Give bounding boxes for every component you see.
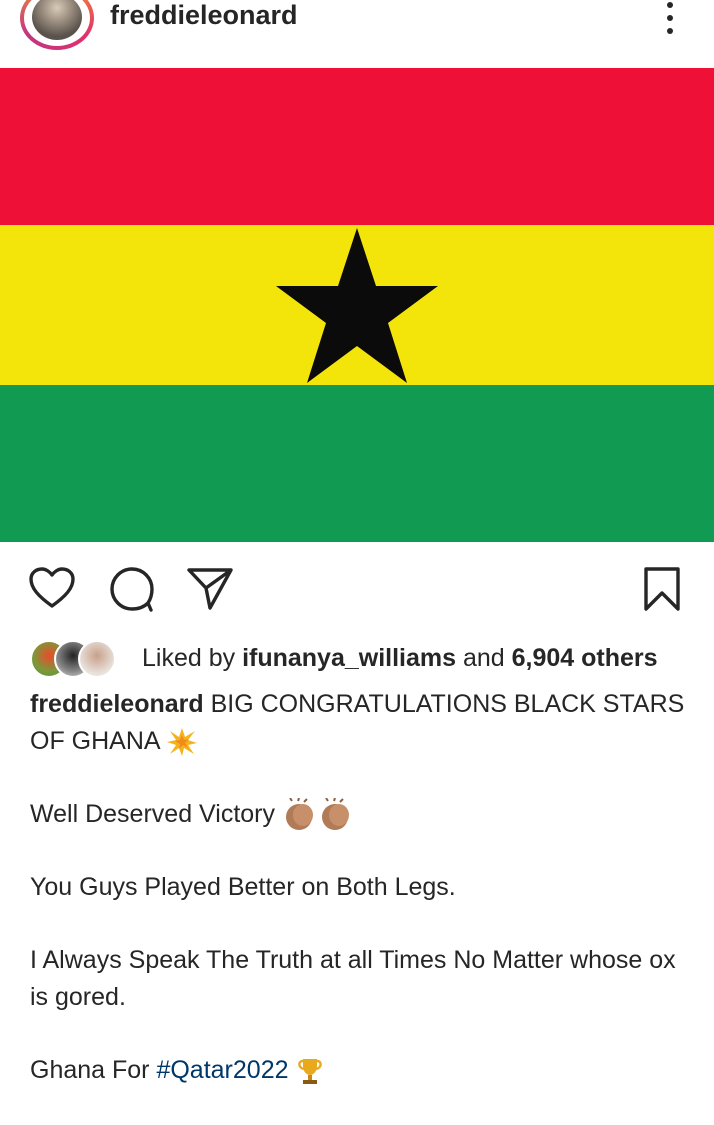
post-caption: freddieleonard BIG CONGRATULATIONS BLACK…: [30, 686, 690, 1125]
heart-icon[interactable]: [28, 566, 76, 610]
avatar[interactable]: [20, 0, 94, 50]
bookmark-icon[interactable]: [642, 566, 682, 612]
post-header: freddieleonard: [0, 0, 714, 68]
flag-green-stripe: [0, 385, 714, 542]
likes-row[interactable]: Liked by ifunanya_williams and 6,904 oth…: [30, 638, 714, 678]
likes-count[interactable]: 6,904 others: [512, 644, 658, 672]
liked-by-user[interactable]: ifunanya_williams: [242, 644, 456, 672]
likes-middle: and: [456, 643, 512, 672]
liker-avatar: [78, 640, 116, 678]
likes-prefix: Liked by: [142, 643, 243, 672]
caption-line-4: I Always Speak The Truth at all Times No…: [30, 946, 676, 1011]
caption-line-5: Ghana For: [30, 1056, 157, 1084]
caption-line-3: You Guys Played Better on Both Legs.: [30, 873, 456, 901]
post-actions: [0, 560, 714, 620]
trophy-emoji: [298, 1059, 323, 1085]
flag-red-stripe: [0, 68, 714, 225]
post-username[interactable]: freddieleonard: [110, 0, 298, 31]
avatar-photo: [32, 0, 82, 40]
more-vertical-icon[interactable]: [660, 2, 680, 36]
black-star-icon: [276, 228, 438, 383]
liker-avatars: [30, 640, 130, 678]
caption-line-2: Well Deserved Victory: [30, 800, 275, 828]
sparkle-burst-emoji: [167, 728, 198, 757]
comment-icon[interactable]: [108, 566, 156, 612]
post-image-ghana-flag[interactable]: [0, 68, 714, 542]
clapping-hands-emoji: [285, 798, 349, 831]
hashtag-link[interactable]: #Qatar2022: [156, 1056, 288, 1084]
send-icon[interactable]: [186, 566, 234, 610]
caption-username[interactable]: freddieleonard: [30, 690, 204, 718]
